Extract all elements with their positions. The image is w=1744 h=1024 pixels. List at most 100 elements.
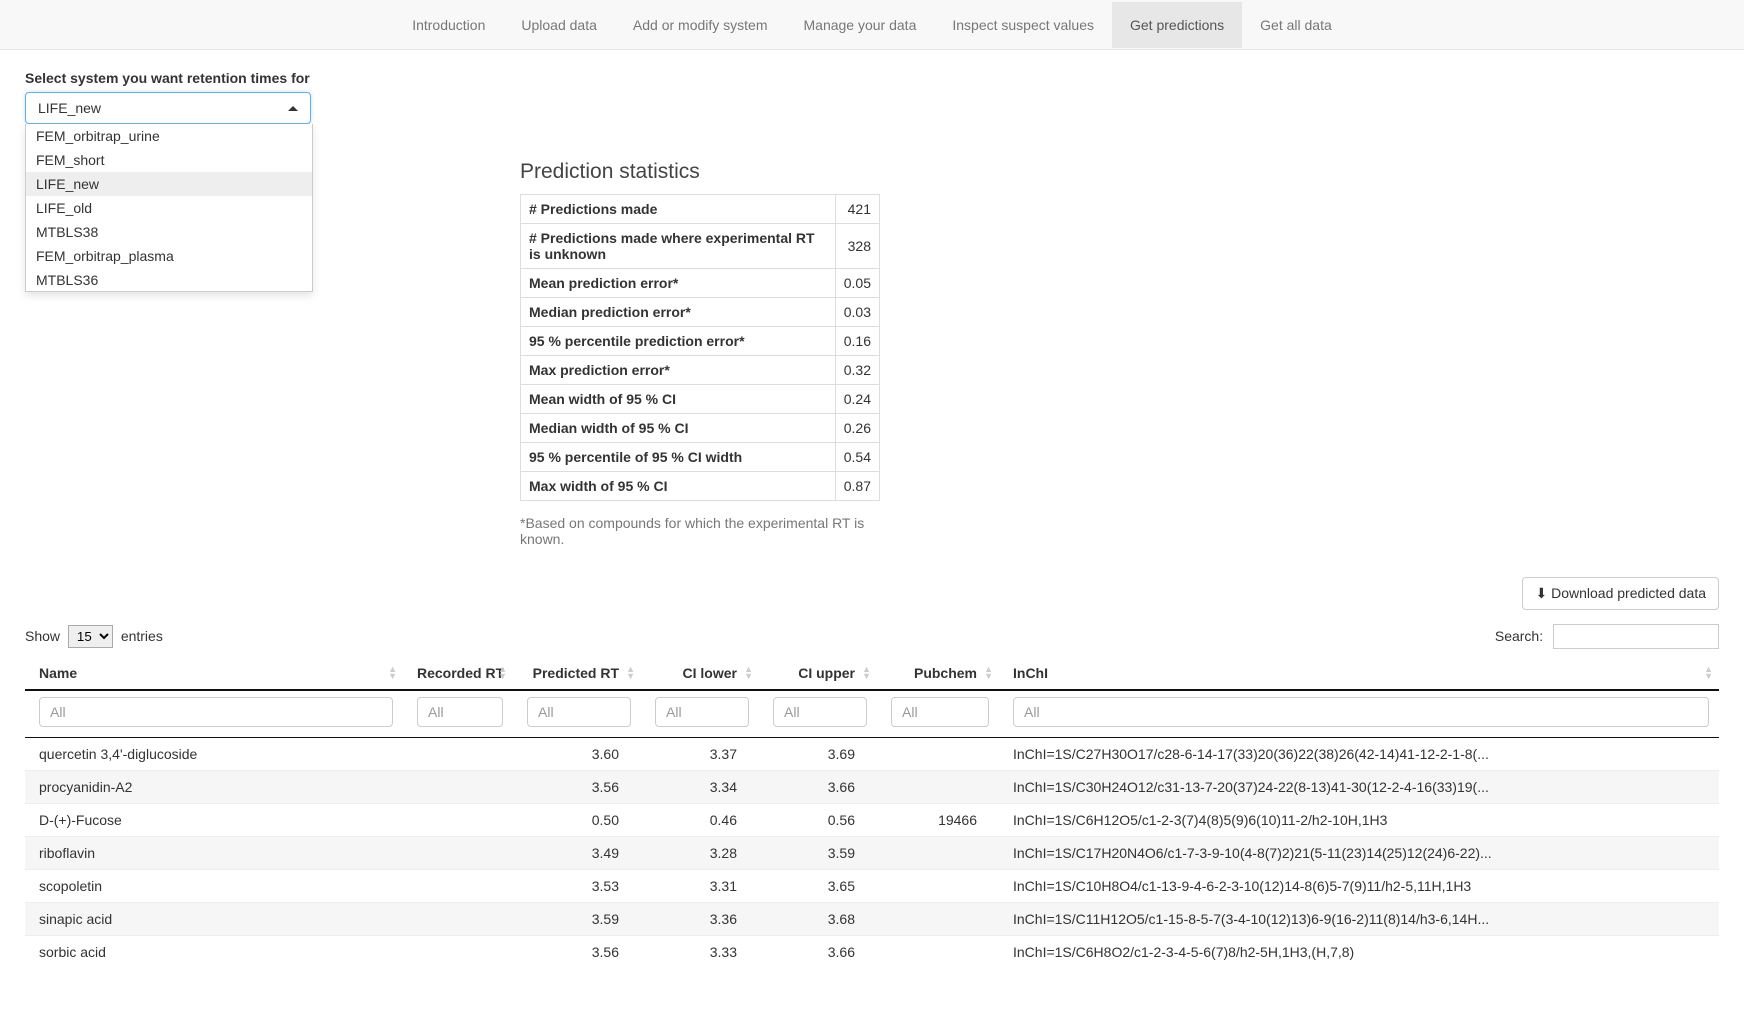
cell: riboflavin xyxy=(25,837,403,870)
column-filter-input[interactable] xyxy=(655,697,749,727)
system-select[interactable]: LIFE_new xyxy=(25,92,311,124)
stats-value: 0.16 xyxy=(835,327,879,356)
cell xyxy=(877,936,999,969)
column-header[interactable]: Recorded RT▲▼ xyxy=(403,657,513,690)
cell: InChI=1S/C10H8O4/c1-13-9-4-6-2-3-10(12)1… xyxy=(999,870,1719,903)
show-suffix: entries xyxy=(121,628,163,644)
stats-value: 421 xyxy=(835,195,879,224)
cell: 3.56 xyxy=(513,936,641,969)
search-label: Search: xyxy=(1495,628,1543,644)
top-navbar: IntroductionUpload dataAdd or modify sys… xyxy=(0,0,1744,50)
page-length-select[interactable]: 15 xyxy=(68,625,113,648)
sort-icon: ▲▼ xyxy=(626,666,635,680)
dropdown-option[interactable]: LIFE_new xyxy=(26,172,312,196)
system-select-dropdown[interactable]: FEM_orbitrap_urineFEM_shortLIFE_newLIFE_… xyxy=(25,124,313,292)
cell xyxy=(403,903,513,936)
cell xyxy=(877,870,999,903)
sort-icon: ▲▼ xyxy=(862,666,871,680)
download-button[interactable]: ⬇ Download predicted data xyxy=(1522,577,1719,610)
sort-icon: ▲▼ xyxy=(498,666,507,680)
column-header[interactable]: InChI▲▼ xyxy=(999,657,1719,690)
stats-label: # Predictions made xyxy=(521,195,836,224)
column-header[interactable]: Name▲▼ xyxy=(25,657,403,690)
stats-label: # Predictions made where experimental RT… xyxy=(521,224,836,269)
cell: InChI=1S/C30H24O12/c31-13-7-20(37)24-22(… xyxy=(999,771,1719,804)
search-control: Search: xyxy=(1495,624,1719,649)
system-select-value: LIFE_new xyxy=(38,100,101,116)
cell xyxy=(877,771,999,804)
stats-title: Prediction statistics xyxy=(520,160,880,184)
cell: 3.60 xyxy=(513,738,641,771)
cell: 3.66 xyxy=(759,936,877,969)
stats-row: Mean width of 95 % CI0.24 xyxy=(521,385,880,414)
dropdown-option[interactable]: MTBLS36 xyxy=(26,268,312,292)
column-filter-input[interactable] xyxy=(1013,697,1709,727)
cell: 3.68 xyxy=(759,903,877,936)
cell: quercetin 3,4'-diglucoside xyxy=(25,738,403,771)
nav-tab[interactable]: Add or modify system xyxy=(615,2,786,48)
table-row: D-(+)-Fucose0.500.460.5619466InChI=1S/C6… xyxy=(25,804,1719,837)
cell: 3.69 xyxy=(759,738,877,771)
stats-value: 328 xyxy=(835,224,879,269)
stats-row: 95 % percentile prediction error*0.16 xyxy=(521,327,880,356)
cell: 3.59 xyxy=(513,903,641,936)
stats-value: 0.87 xyxy=(835,472,879,501)
cell: 3.65 xyxy=(759,870,877,903)
length-control: Show 15 entries xyxy=(25,625,163,648)
cell: scopoletin xyxy=(25,870,403,903)
column-filter-input[interactable] xyxy=(527,697,631,727)
stats-row: # Predictions made421 xyxy=(521,195,880,224)
nav-tab[interactable]: Introduction xyxy=(394,2,503,48)
cell: 0.46 xyxy=(641,804,759,837)
nav-tab[interactable]: Get all data xyxy=(1242,2,1350,48)
column-header[interactable]: CI upper▲▼ xyxy=(759,657,877,690)
cell xyxy=(877,903,999,936)
search-input[interactable] xyxy=(1553,624,1719,649)
stats-label: 95 % percentile prediction error* xyxy=(521,327,836,356)
stats-row: # Predictions made where experimental RT… xyxy=(521,224,880,269)
cell: sorbic acid xyxy=(25,936,403,969)
stats-label: Mean prediction error* xyxy=(521,269,836,298)
column-filter-input[interactable] xyxy=(773,697,867,727)
column-filter-input[interactable] xyxy=(417,697,503,727)
cell xyxy=(403,738,513,771)
stats-table: # Predictions made421# Predictions made … xyxy=(520,194,880,501)
cell xyxy=(403,804,513,837)
nav-tab[interactable]: Get predictions xyxy=(1112,2,1242,48)
column-filter-input[interactable] xyxy=(891,697,989,727)
nav-tab[interactable]: Manage your data xyxy=(786,2,935,48)
column-header[interactable]: Predicted RT▲▼ xyxy=(513,657,641,690)
dropdown-option[interactable]: FEM_short xyxy=(26,148,312,172)
cell: 3.66 xyxy=(759,771,877,804)
predictions-table: Name▲▼Recorded RT▲▼Predicted RT▲▼CI lowe… xyxy=(25,657,1719,968)
cell xyxy=(403,936,513,969)
column-header[interactable]: Pubchem▲▼ xyxy=(877,657,999,690)
dropdown-option[interactable]: FEM_orbitrap_plasma xyxy=(26,244,312,268)
column-header[interactable]: CI lower▲▼ xyxy=(641,657,759,690)
sort-icon: ▲▼ xyxy=(1704,666,1713,680)
column-filter-input[interactable] xyxy=(39,697,393,727)
download-label: Download predicted data xyxy=(1551,585,1706,601)
dropdown-option[interactable]: MTBLS38 xyxy=(26,220,312,244)
dropdown-option[interactable]: FEM_orbitrap_urine xyxy=(26,124,312,148)
cell xyxy=(403,837,513,870)
nav-tab[interactable]: Upload data xyxy=(503,2,615,48)
cell: procyanidin-A2 xyxy=(25,771,403,804)
stats-label: Mean width of 95 % CI xyxy=(521,385,836,414)
cell: 3.49 xyxy=(513,837,641,870)
cell: 3.33 xyxy=(641,936,759,969)
stats-row: Max prediction error*0.32 xyxy=(521,356,880,385)
cell: 3.37 xyxy=(641,738,759,771)
cell: InChI=1S/C6H8O2/c1-2-3-4-5-6(7)8/h2-5H,1… xyxy=(999,936,1719,969)
stats-label: Max prediction error* xyxy=(521,356,836,385)
stats-label: Median width of 95 % CI xyxy=(521,414,836,443)
stats-value: 0.24 xyxy=(835,385,879,414)
sort-icon: ▲▼ xyxy=(984,666,993,680)
dropdown-option[interactable]: LIFE_old xyxy=(26,196,312,220)
stats-row: Max width of 95 % CI0.87 xyxy=(521,472,880,501)
nav-tab[interactable]: Inspect suspect values xyxy=(934,2,1112,48)
table-row: sorbic acid 3.563.333.66 InChI=1S/C6H8O2/c… xyxy=(25,936,1719,969)
nav-tabs: IntroductionUpload dataAdd or modify sys… xyxy=(394,2,1350,48)
cell: 3.59 xyxy=(759,837,877,870)
cell: 0.56 xyxy=(759,804,877,837)
